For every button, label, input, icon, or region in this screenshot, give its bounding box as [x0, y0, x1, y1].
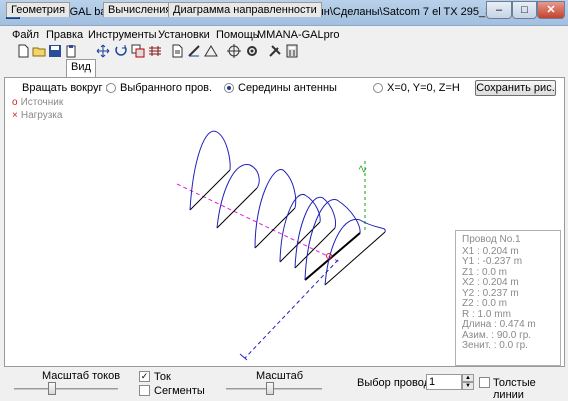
- menu-help[interactable]: Помощь: [216, 29, 259, 41]
- edit-wire-icon[interactable]: [148, 44, 162, 58]
- wire-info-y1: Y1 : -0.237 m: [462, 256, 523, 267]
- thick-lines-checkbox[interactable]: [479, 377, 490, 388]
- z-axis-label: Z: [357, 164, 369, 174]
- page-icon[interactable]: [170, 44, 184, 58]
- current-curve-2: [216, 164, 260, 229]
- radio-antenna-center-label: Середины антенны: [238, 82, 337, 94]
- radio-origin[interactable]: [373, 83, 383, 93]
- minimize-button[interactable]: –: [486, 1, 512, 19]
- menu-file[interactable]: Файл: [12, 29, 39, 41]
- scale-track[interactable]: [226, 388, 322, 390]
- bottom-controls: Масштаб токов ✓ Ток Сегменты Масштаб Выб…: [0, 368, 568, 401]
- tab-view[interactable]: Вид: [66, 59, 96, 77]
- copy-icon[interactable]: [131, 44, 145, 58]
- radio-selected-wire[interactable]: [106, 83, 116, 93]
- antenna-3d-view[interactable]: Z: [5, 120, 455, 366]
- clipboard-icon[interactable]: [64, 44, 78, 58]
- tab-geometry[interactable]: Геометрия: [6, 2, 71, 17]
- menu-edit[interactable]: Правка: [46, 29, 83, 41]
- wire-info-length: Длина : 0.474 m: [462, 319, 536, 330]
- radio-selected-wire-label: Выбранного пров.: [120, 82, 213, 94]
- save-picture-button[interactable]: Сохранить рис.: [475, 80, 556, 96]
- tools-icon[interactable]: [268, 44, 282, 58]
- move-icon[interactable]: [96, 44, 110, 58]
- source-marker-icon: o: [12, 97, 18, 108]
- y-axis: [244, 259, 339, 359]
- toolbar: [0, 44, 568, 60]
- wire-element-3[interactable]: [254, 207, 296, 249]
- radio-antenna-center[interactable]: [224, 83, 234, 93]
- radio-origin-label: X=0, Y=0, Z=H: [387, 82, 460, 94]
- current-scale-label: Масштаб токов: [42, 370, 121, 382]
- segments-checkbox-label: Сегменты: [154, 385, 205, 397]
- current-scale-thumb[interactable]: [48, 382, 56, 395]
- menu-settings[interactable]: Установки: [158, 29, 210, 41]
- wire-element-2[interactable]: [216, 187, 258, 229]
- menu-mmana-pro[interactable]: MMANA-GALpro: [257, 29, 340, 41]
- wire-select-input[interactable]: 1: [426, 374, 462, 390]
- menu-bar: Файл Правка Инструменты Установки Помощь…: [0, 26, 568, 44]
- segments-checkbox[interactable]: [139, 385, 150, 396]
- rotate-icon[interactable]: [114, 44, 128, 58]
- tab-calculation[interactable]: Вычисления: [103, 2, 177, 17]
- gear-icon[interactable]: [245, 44, 259, 58]
- triangle-icon[interactable]: [204, 44, 218, 58]
- target-icon[interactable]: [227, 44, 241, 58]
- wire-element-7[interactable]: [324, 231, 386, 286]
- close-button[interactable]: ✕: [537, 1, 565, 19]
- maximize-button[interactable]: □: [512, 1, 537, 19]
- rotate-around-label: Вращать вокруг :: [22, 82, 109, 94]
- scale-label: Масштаб: [256, 370, 304, 382]
- spin-up-icon[interactable]: ▲: [462, 374, 474, 382]
- wire-info-z2: Z2 : 0.0 m: [462, 298, 508, 309]
- wire-element-active[interactable]: [304, 232, 361, 281]
- spin-down-icon[interactable]: ▼: [462, 382, 474, 390]
- scale-thumb[interactable]: [266, 382, 274, 395]
- thick-lines-label: Толстые линии: [493, 377, 536, 401]
- wire-select-label: Выбор провода: [357, 377, 437, 389]
- wire-info-panel: Провод No.1 X1 : 0.204 m Y1 : -0.237 m Z…: [455, 230, 561, 366]
- current-scale-track[interactable]: [14, 388, 118, 390]
- wire-info-x2: X2 : 0.204 m: [462, 277, 519, 288]
- tab-pattern[interactable]: Диаграмма направленности: [168, 2, 322, 17]
- legend-source: o Источник: [12, 97, 64, 108]
- menu-tools[interactable]: Инструменты: [88, 29, 157, 41]
- open-folder-icon[interactable]: [32, 44, 46, 58]
- wire-element-5[interactable]: [294, 227, 336, 269]
- wire-info-zenith: Зенит. : 0.0 гр.: [462, 340, 528, 351]
- current-curve-1: [189, 130, 231, 211]
- calculator-icon[interactable]: [285, 44, 299, 58]
- wire-element-1[interactable]: [189, 169, 231, 211]
- wire-element-4[interactable]: [279, 221, 321, 263]
- current-checkbox[interactable]: ✓: [139, 371, 150, 382]
- ruler-icon[interactable]: [187, 44, 201, 58]
- new-file-icon[interactable]: [16, 44, 30, 58]
- save-icon[interactable]: [48, 44, 62, 58]
- current-checkbox-label: Ток: [154, 371, 171, 383]
- wire-info-title: Провод No.1: [462, 234, 521, 245]
